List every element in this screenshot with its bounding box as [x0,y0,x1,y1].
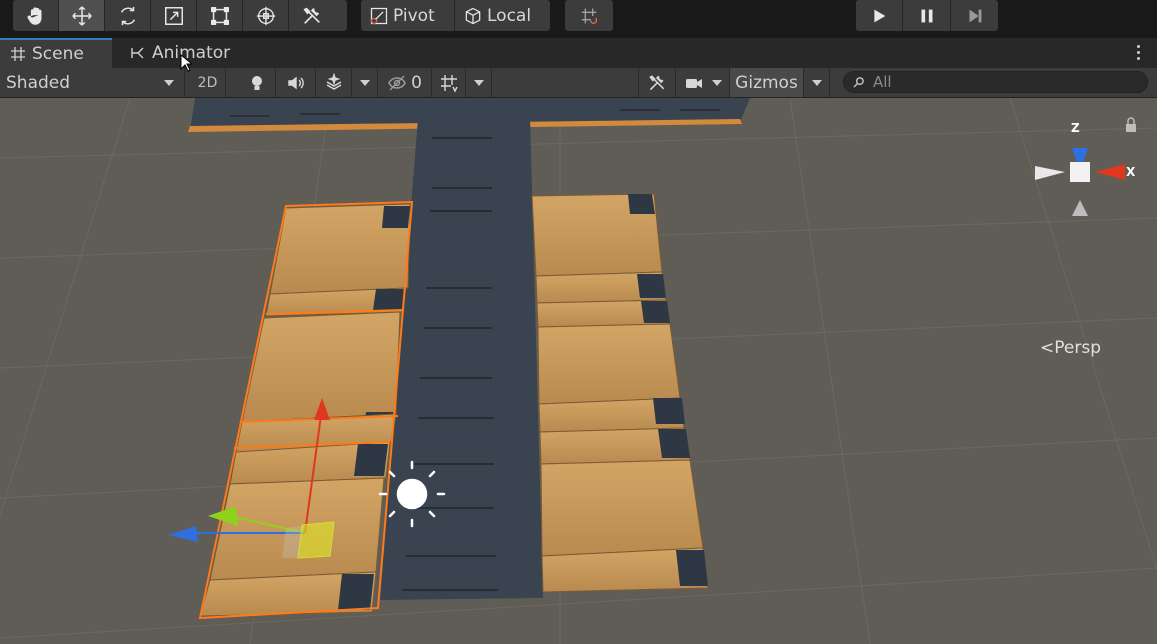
local-cube-icon [465,7,481,24]
scene-grid-icon [11,47,25,61]
lock-icon[interactable] [1126,117,1136,132]
tools-icon [649,74,665,90]
grid-snap-icon [581,8,598,24]
hand-tool-button[interactable] [13,0,59,31]
move-tool-button[interactable] [59,0,105,31]
search-icon [853,76,864,88]
more-options-icon[interactable] [1137,45,1143,63]
audio-toggle[interactable] [276,68,316,97]
gizmos-toggle[interactable]: Gizmos [730,68,804,97]
search-input[interactable] [871,72,1135,92]
chevron-down-icon [164,79,174,86]
orientation-gizmo[interactable]: Z X [1035,117,1136,216]
grid-icon [440,74,458,93]
speaker-icon [287,76,304,89]
camera-settings-button[interactable] [676,68,730,97]
gizmo-z-arrow [168,526,198,542]
transform-icon [256,6,275,25]
snap-group [565,0,613,31]
transform-tool-button[interactable] [243,0,289,31]
gizmo-z-label: Z [1071,121,1080,135]
effects-layers-icon [326,72,341,90]
play-icon [874,9,886,22]
gizmos-dropdown[interactable] [804,68,830,97]
camera-icon [685,78,702,88]
projection-label: Persp [1054,338,1101,358]
toggle-2d-button[interactable]: 2D [190,68,226,97]
pivot-icon [370,7,388,24]
grid-toggle[interactable] [432,68,466,97]
draw-mode-value: Shaded [6,72,71,93]
lighting-toggle[interactable] [238,68,276,97]
eye-slash-icon [388,74,406,91]
transform-tools-group [13,0,347,31]
rotate-tool-button[interactable] [105,0,151,31]
hidden-objects-count: 0 [411,72,422,93]
rect-tool-button[interactable] [197,0,243,31]
pivot-group: Pivot Local [361,0,550,31]
move-arrows-icon [71,5,92,26]
gizmo-x-label: X [1126,165,1136,179]
effects-dropdown[interactable] [352,68,378,97]
play-button[interactable] [856,0,903,31]
pause-icon [921,9,932,22]
effects-toggle[interactable] [316,68,352,97]
chevron-left-icon: < [1040,338,1055,358]
local-toggle[interactable]: Local [455,0,550,31]
road-vertical [380,116,543,600]
chevron-down-icon [359,79,370,86]
grid-snap-button[interactable] [565,0,613,31]
projection-toggle[interactable]: <Persp [1040,338,1101,358]
scene-visibility-toggle[interactable]: 0 [378,68,432,97]
scene-viewport[interactable]: Z X <Persp [0,98,1157,644]
hierarchy-search[interactable] [843,71,1148,93]
chevron-down-icon [473,79,484,86]
tab-scene[interactable]: Scene [0,38,112,68]
mouse-cursor-icon [180,54,192,72]
lightbulb-icon [251,75,262,90]
hand-icon [27,6,41,25]
pivot-label: Pivot [393,5,435,26]
scene-tools-button[interactable] [638,68,676,97]
main-toolbar: Pivot Local [0,0,1157,38]
pause-button[interactable] [903,0,951,31]
chevron-down-icon [811,79,822,86]
scene-view-toolbar: Shaded 2D 0 Gizmos [0,68,1157,98]
toggle-2d-label: 2D [197,74,218,91]
draw-mode-dropdown[interactable]: Shaded [0,68,185,97]
editor-tab-bar: Scene Animator [0,38,1157,68]
scale-icon [164,6,183,25]
tools-icon [303,7,320,24]
gizmos-label: Gizmos [735,72,798,93]
tab-scene-label: Scene [32,44,84,64]
scale-tool-button[interactable] [151,0,197,31]
local-label: Local [487,5,532,26]
animator-icon [131,47,144,59]
scene-canvas[interactable]: Z X [0,98,1157,644]
custom-tool-button[interactable] [289,0,335,31]
pivot-toggle[interactable]: Pivot [361,0,455,31]
rect-transform-icon [210,6,229,25]
rotate-icon [120,6,135,25]
right-plank-column [531,193,709,593]
playback-group [856,0,998,31]
step-button[interactable] [951,0,998,31]
step-icon [969,9,981,22]
chevron-down-icon [711,79,722,86]
grid-dropdown[interactable] [466,68,492,97]
